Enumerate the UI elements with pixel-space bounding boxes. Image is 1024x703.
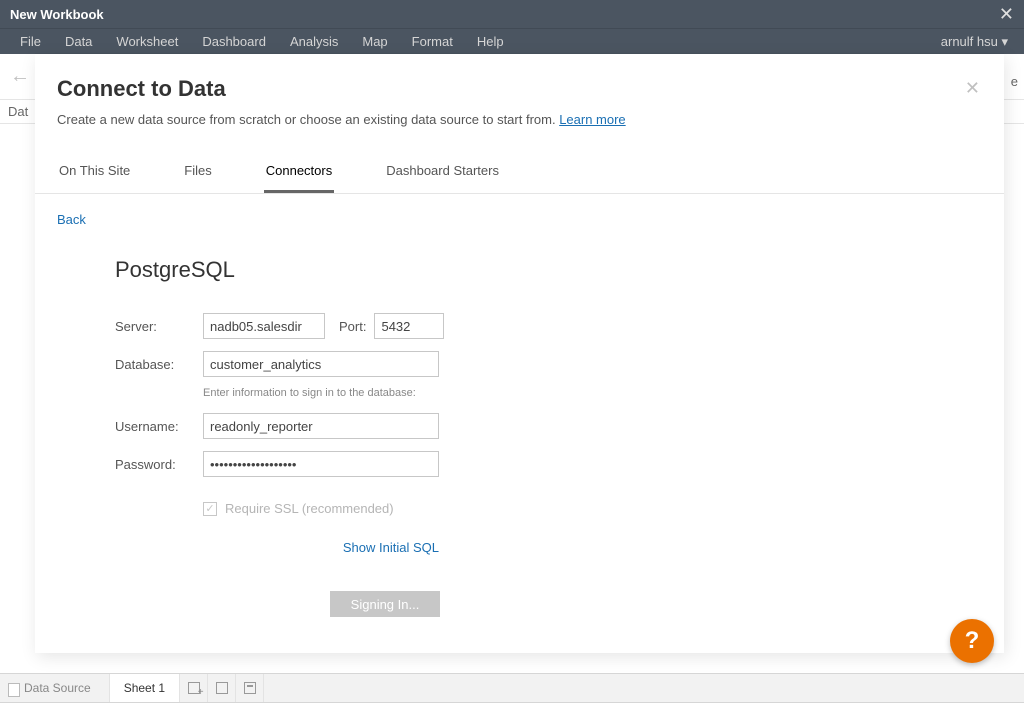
new-dashboard-button[interactable] <box>208 674 236 702</box>
port-label: Port: <box>339 319 366 334</box>
tab-sheet-1[interactable]: Sheet 1 <box>110 674 180 702</box>
menu-dashboard[interactable]: Dashboard <box>190 30 278 53</box>
menu-analysis[interactable]: Analysis <box>278 30 350 53</box>
connector-form: PostgreSQL Server: Port: Database: Enter… <box>35 227 455 617</box>
menu-bar: File Data Worksheet Dashboard Analysis M… <box>0 28 1024 54</box>
username-input[interactable] <box>203 413 439 439</box>
server-label: Server: <box>115 319 203 334</box>
modal-subtitle: Create a new data source from scratch or… <box>57 112 982 127</box>
server-row: Server: Port: <box>115 313 455 339</box>
ssl-row: ✓ Require SSL (recommended) <box>203 501 455 516</box>
connector-title: PostgreSQL <box>115 257 455 283</box>
back-arrow-icon[interactable]: ← <box>10 65 30 88</box>
window-title: New Workbook <box>10 7 104 22</box>
username-label: Username: <box>115 419 203 434</box>
user-menu[interactable]: arnulf hsu ▾ <box>941 34 1016 50</box>
menu-file[interactable]: File <box>8 30 53 53</box>
menu-worksheet[interactable]: Worksheet <box>104 30 190 53</box>
tab-files[interactable]: Files <box>182 153 213 193</box>
database-input[interactable] <box>203 351 439 377</box>
menu-format[interactable]: Format <box>400 30 465 53</box>
menu-map[interactable]: Map <box>350 30 399 53</box>
tab-data-source[interactable]: Data Source <box>0 674 110 702</box>
learn-more-link[interactable]: Learn more <box>559 112 625 127</box>
modal-subtitle-text: Create a new data source from scratch or… <box>57 112 559 127</box>
tab-dashboard-starters[interactable]: Dashboard Starters <box>384 153 501 193</box>
database-label: Database: <box>115 357 203 372</box>
window-close-icon[interactable]: ✕ <box>999 4 1014 25</box>
tab-data-source-label: Data Source <box>24 681 91 695</box>
new-story-button[interactable] <box>236 674 264 702</box>
modal-title: Connect to Data <box>57 76 982 102</box>
password-label: Password: <box>115 457 203 472</box>
help-fab[interactable]: ? <box>950 619 994 663</box>
password-input[interactable] <box>203 451 439 477</box>
new-worksheet-button[interactable] <box>180 674 208 702</box>
menu-data[interactable]: Data <box>53 30 104 53</box>
database-row: Database: <box>115 351 455 377</box>
window-titlebar: New Workbook ✕ <box>0 0 1024 28</box>
show-initial-sql-link[interactable]: Show Initial SQL <box>115 540 439 555</box>
ssl-checkbox: ✓ <box>203 502 217 516</box>
modal-close-icon[interactable]: ✕ <box>965 78 980 99</box>
modal-header: Connect to Data Create a new data source… <box>35 54 1004 137</box>
port-input[interactable] <box>374 313 444 339</box>
password-row: Password: <box>115 451 455 477</box>
sheet-tab-bar: Data Source Sheet 1 <box>0 673 1024 703</box>
ssl-label: Require SSL (recommended) <box>225 501 394 516</box>
tab-connectors[interactable]: Connectors <box>264 153 334 193</box>
username-row: Username: <box>115 413 455 439</box>
tab-on-this-site[interactable]: On This Site <box>57 153 132 193</box>
obscured-letter: e <box>1011 74 1018 89</box>
connect-to-data-modal: ✕ Connect to Data Create a new data sour… <box>35 54 1004 653</box>
sign-in-button[interactable]: Signing In... <box>330 591 440 617</box>
menu-help[interactable]: Help <box>465 30 516 53</box>
back-link[interactable]: Back <box>35 194 1004 227</box>
server-input[interactable] <box>203 313 325 339</box>
data-pane-label: Dat <box>8 104 28 119</box>
modal-tab-row: On This Site Files Connectors Dashboard … <box>35 153 1004 194</box>
signin-hint: Enter information to sign in to the data… <box>203 387 455 399</box>
